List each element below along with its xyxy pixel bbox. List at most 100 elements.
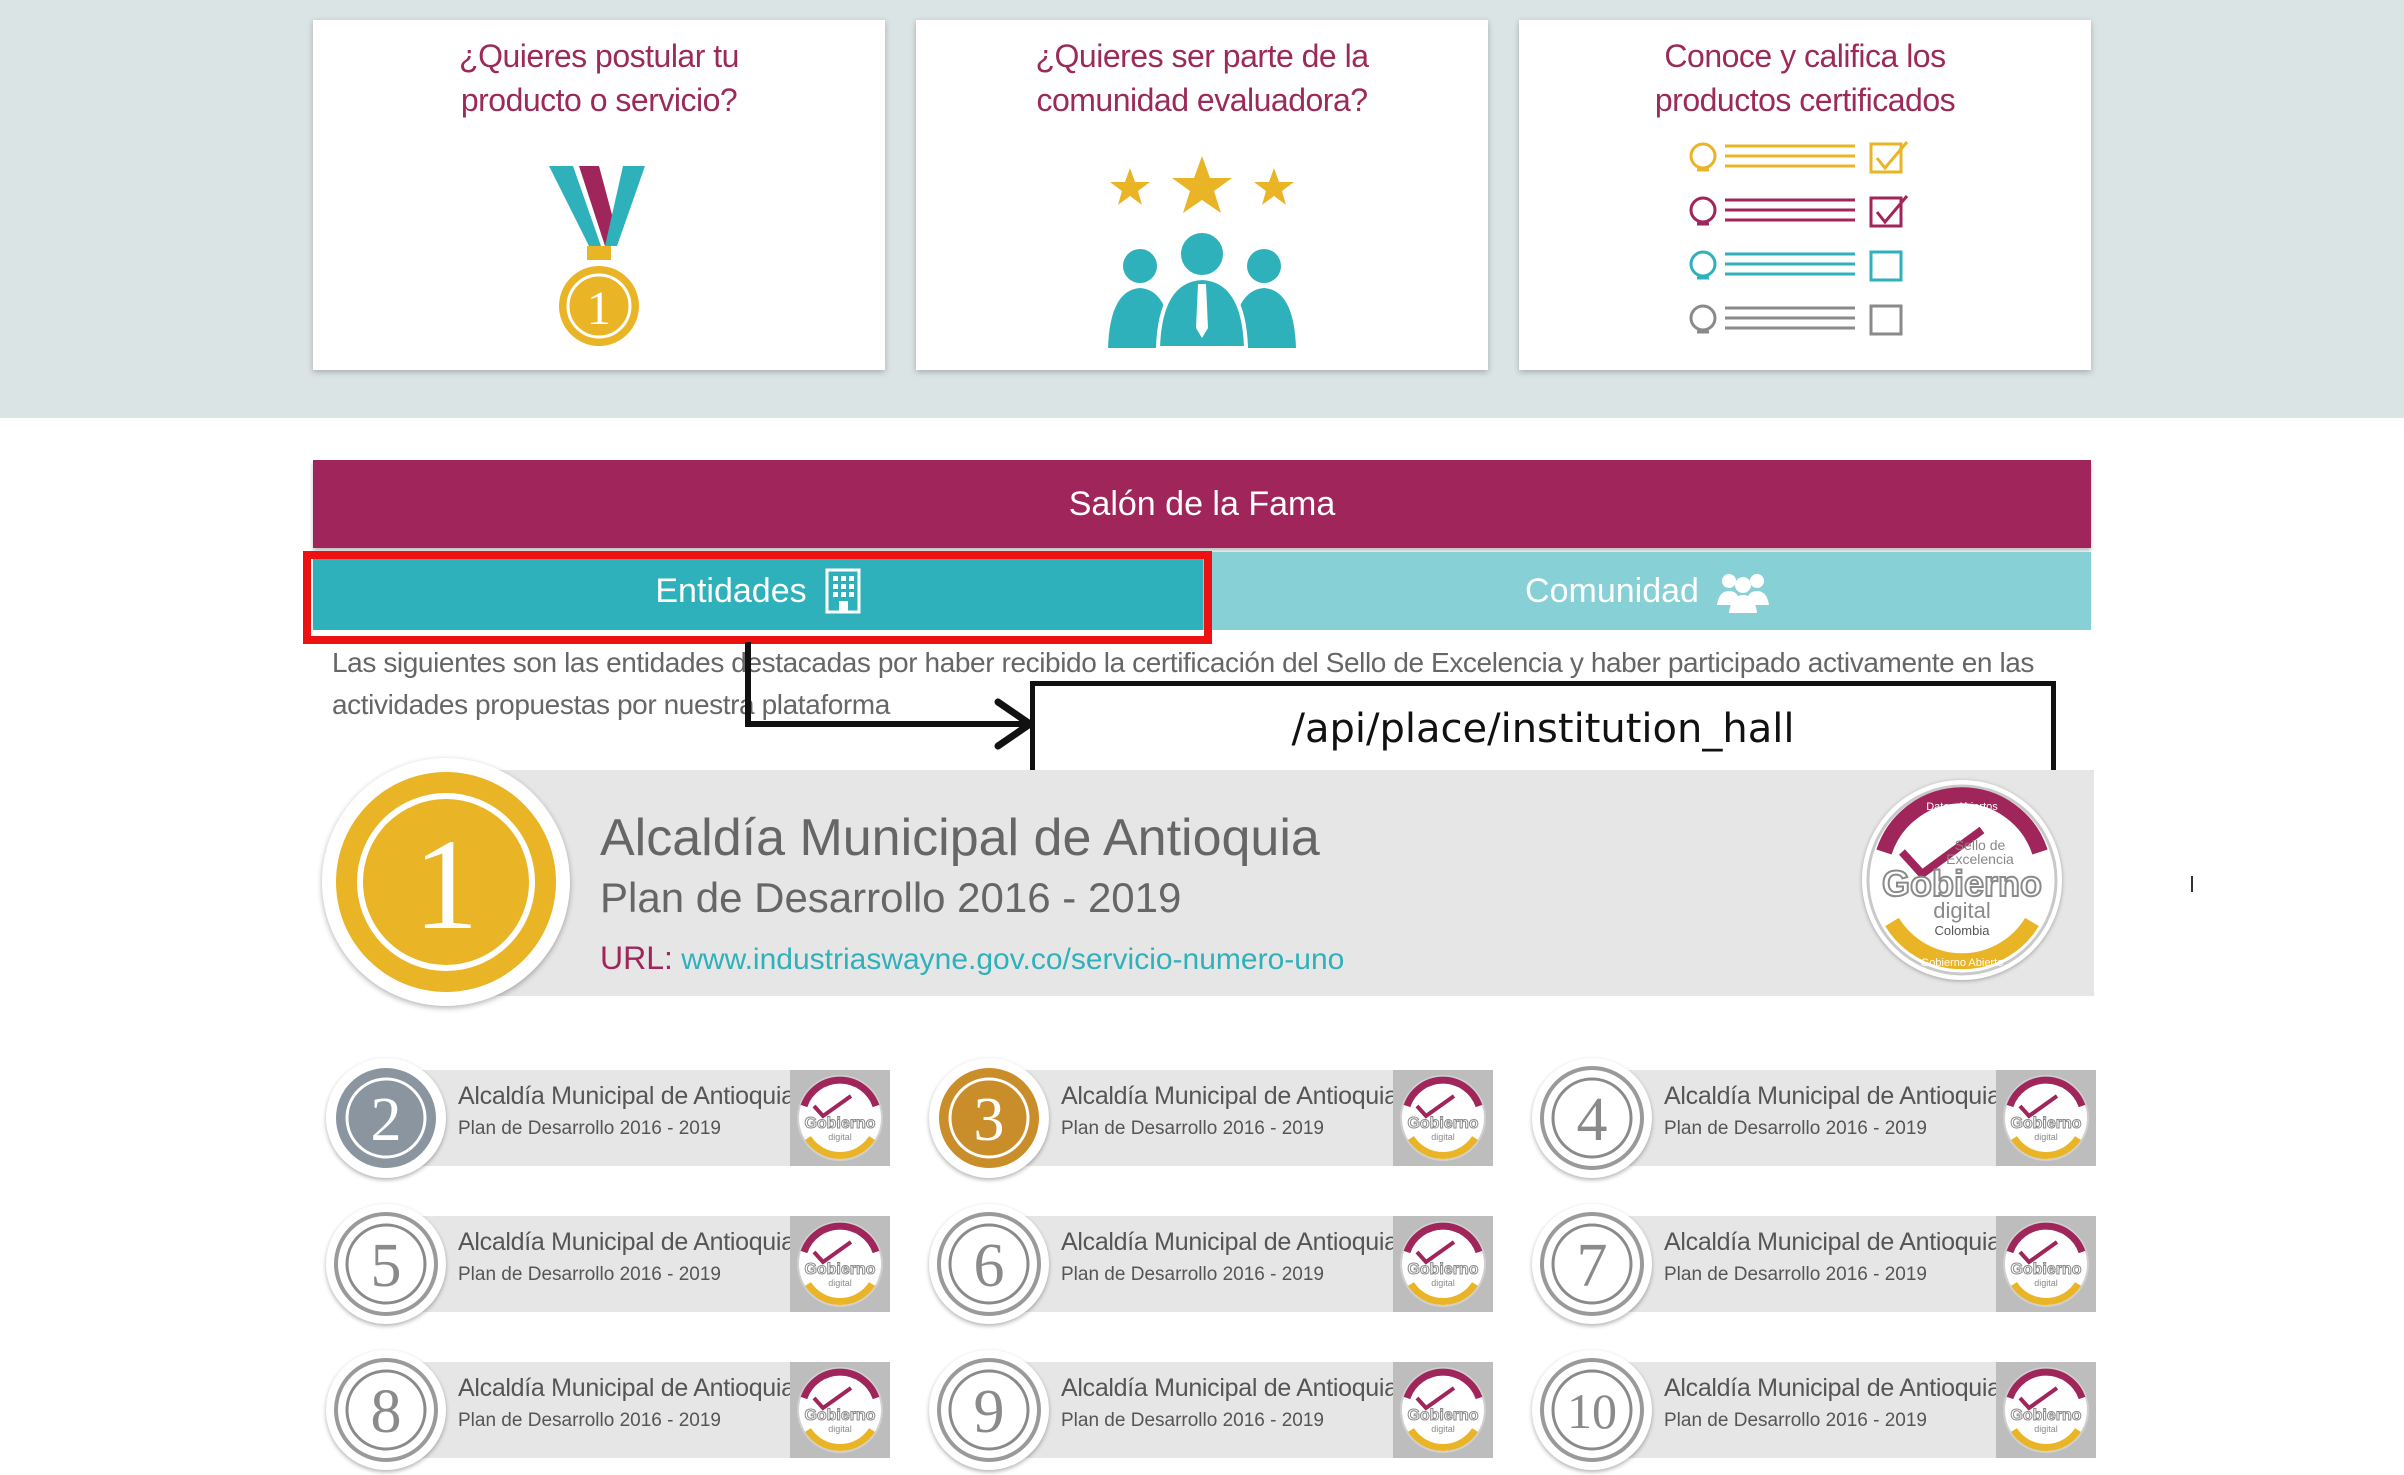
ranking-seal-box: Gobierno digital [790, 1070, 890, 1166]
promo-card-comunidad[interactable]: ¿Quieres ser parte de la comunidad evalu… [916, 20, 1488, 370]
ranking-entry-name: Alcaldía Municipal de Antioquia [1061, 1082, 1398, 1110]
ranking-entry[interactable]: 10 Alcaldía Municipal de Antioquia Plan de… [1532, 1350, 2096, 1470]
svg-text:digital: digital [1431, 1278, 1455, 1288]
ranking-entry[interactable]: 5 Alcaldía Municipal de Antioquia Plan de … [326, 1204, 890, 1324]
sello-excelencia-icon: Gobiernodigital [1400, 1367, 1486, 1453]
rank-number: 7 [1577, 1232, 1608, 1300]
winner-url-link[interactable]: www.industriaswayne.gov.co/servicio-nume… [681, 943, 1344, 976]
svg-text:Datos Abiertos: Datos Abiertos [1926, 801, 1998, 813]
ranking-entry[interactable]: 6 Alcaldía Municipal de Antioquia Plan de … [929, 1204, 1493, 1324]
api-endpoint-text: /api/place/institution_hall [1291, 706, 1795, 752]
svg-text:Colombia: Colombia [1935, 923, 1991, 938]
tab-comunidad[interactable]: Comunidad [1203, 552, 2091, 630]
ranking-seal-box: Gobierno digital [790, 1216, 890, 1312]
text-cursor [2191, 876, 2193, 892]
svg-text:Gobierno: Gobierno [804, 1115, 875, 1132]
sello-excelencia-icon: Datos Abiertos Sello de Excelencia Gobie… [1866, 784, 2058, 976]
svg-text:Gobierno: Gobierno [1407, 1407, 1478, 1424]
rank-number: 2 [371, 1086, 402, 1154]
promo-card-title: ¿Quieres postular tu producto o servicio… [459, 38, 739, 118]
svg-text:digital: digital [1431, 1424, 1455, 1434]
rank-medal: 5 [326, 1204, 446, 1324]
rank-number: 8 [371, 1378, 402, 1446]
ranking-entry-name: Alcaldía Municipal de Antioquia [1061, 1228, 1398, 1256]
ranking-seal-box: Gobierno digital [1996, 1362, 2096, 1458]
ranking-seal-box: Gobierno digital [790, 1362, 890, 1458]
rank-medal-icon: 10 [1540, 1358, 1644, 1462]
promo-card-postular[interactable]: ¿Quieres postular tu producto o servicio… [313, 20, 885, 370]
rank-medal-icon: 8 [334, 1358, 438, 1462]
sello-excelencia-icon: Gobiernodigital [797, 1221, 883, 1307]
rank-medal-icon: 7 [1540, 1212, 1644, 1316]
sello-excelencia-icon: Gobiernodigital [2003, 1075, 2089, 1161]
sello-excelencia-icon: Gobiernodigital [797, 1367, 883, 1453]
svg-text:Gobierno: Gobierno [1407, 1261, 1478, 1278]
svg-text:digital: digital [1431, 1132, 1455, 1142]
svg-text:Gobierno: Gobierno [804, 1407, 875, 1424]
hall-of-fame-header: Salón de la Fama [313, 460, 2091, 548]
ranking-entry-plan: Plan de Desarrollo 2016 - 2019 [1664, 1410, 1928, 1431]
ranking-entry[interactable]: 3 Alcaldía Municipal de Antioquia Plan de … [929, 1058, 1493, 1178]
rank-medal: 9 [929, 1350, 1049, 1470]
ranking-entry[interactable]: 4 Alcaldía Municipal de Antioquia Plan de … [1532, 1058, 2096, 1178]
ranking-entry[interactable]: 2 Alcaldía Municipal de Antioquia Plan de … [326, 1058, 890, 1178]
ranking-entry-plan: Plan de Desarrollo 2016 - 2019 [1664, 1118, 1928, 1139]
ranking-seal-box: Gobierno digital [1996, 1070, 2096, 1166]
winner-rank: 1 [414, 813, 479, 957]
ranking-entry-plan: Plan de Desarrollo 2016 - 2019 [458, 1118, 722, 1139]
medal-icon: 1 [549, 166, 645, 346]
rank-medal: 10 [1532, 1350, 1652, 1470]
rank-number: 3 [974, 1086, 1005, 1154]
ranking-entry-name: Alcaldía Municipal de Antioquia [1664, 1082, 2001, 1110]
promo-card-productos[interactable]: Conoce y califica los productos certific… [1519, 20, 2091, 370]
rank-medal-icon: 3 [939, 1068, 1039, 1168]
svg-text:digital: digital [828, 1132, 852, 1142]
svg-text:Gobierno: Gobierno [2010, 1407, 2081, 1424]
sello-excelencia-icon: Gobiernodigital [2003, 1367, 2089, 1453]
promo-card-title: ¿Quieres ser parte de la comunidad evalu… [1035, 38, 1369, 118]
ranking-entry[interactable]: 8 Alcaldía Municipal de Antioquia Plan de … [326, 1350, 890, 1470]
ranking-entry-name: Alcaldía Municipal de Antioquia [1664, 1228, 2001, 1256]
rank-medal-icon: 9 [937, 1358, 1041, 1462]
rank-medal: 7 [1532, 1204, 1652, 1324]
svg-text:Gobierno: Gobierno [2010, 1261, 2081, 1278]
ranking-entry[interactable]: 7 Alcaldía Municipal de Antioquia Plan de … [1532, 1204, 2096, 1324]
tab-comunidad-label: Comunidad [1525, 571, 1699, 610]
sello-excelencia-icon: Gobiernodigital [1400, 1075, 1486, 1161]
rank-medal: 3 [929, 1058, 1049, 1178]
rank-medal-icon: 4 [1540, 1066, 1644, 1170]
ranking-entry-name: Alcaldía Municipal de Antioquia [1664, 1374, 2001, 1402]
ranking-entry-plan: Plan de Desarrollo 2016 - 2019 [458, 1410, 722, 1431]
rank-medal-icon: 5 [334, 1212, 438, 1316]
gold-medal-icon: 1 [336, 772, 556, 992]
rank-medal: 4 [1532, 1058, 1652, 1178]
ranking-entry-name: Alcaldía Municipal de Antioquia [458, 1228, 795, 1256]
ranking-entry-plan: Plan de Desarrollo 2016 - 2019 [1061, 1118, 1325, 1139]
winner-url-row: URL: www.industriaswayne.gov.co/servicio… [600, 940, 1344, 977]
sello-excelencia-icon: Gobiernodigital [797, 1075, 883, 1161]
svg-text:Gobierno: Gobierno [804, 1261, 875, 1278]
ranking-entry-name: Alcaldía Municipal de Antioquia [1061, 1374, 1398, 1402]
ranking-entry[interactable]: 9 Alcaldía Municipal de Antioquia Plan de … [929, 1350, 1493, 1470]
svg-text:digital: digital [1933, 898, 1990, 923]
api-endpoint-label: /api/place/institution_hall [1030, 681, 2056, 777]
rank-number: 5 [371, 1232, 402, 1300]
svg-text:digital: digital [2034, 1424, 2058, 1434]
community-stars-icon [1108, 156, 1296, 348]
ranking-seal-box: Gobierno digital [1393, 1362, 1493, 1458]
ranking-entry-name: Alcaldía Municipal de Antioquia [458, 1082, 795, 1110]
svg-text:digital: digital [828, 1278, 852, 1288]
rank-number: 6 [974, 1232, 1005, 1300]
svg-text:Gobierno Abierto: Gobierno Abierto [1921, 957, 2004, 969]
svg-text:1: 1 [587, 282, 611, 335]
selected-target-highlight [303, 551, 1212, 644]
ranking-entry-plan: Plan de Desarrollo 2016 - 2019 [1061, 1264, 1325, 1285]
winner-plan: Plan de Desarrollo 2016 - 2019 [600, 874, 1182, 921]
rank-medal-icon: 6 [937, 1212, 1041, 1316]
rank-number: 10 [1567, 1383, 1617, 1439]
sello-excelencia-icon: Gobiernodigital [2003, 1221, 2089, 1307]
ranking-entry-plan: Plan de Desarrollo 2016 - 2019 [1061, 1410, 1325, 1431]
sello-excelencia-seal: Datos Abiertos Sello de Excelencia Gobie… [1862, 780, 2062, 980]
rank-number: 9 [974, 1378, 1005, 1446]
sello-excelencia-icon: Gobiernodigital [1400, 1221, 1486, 1307]
